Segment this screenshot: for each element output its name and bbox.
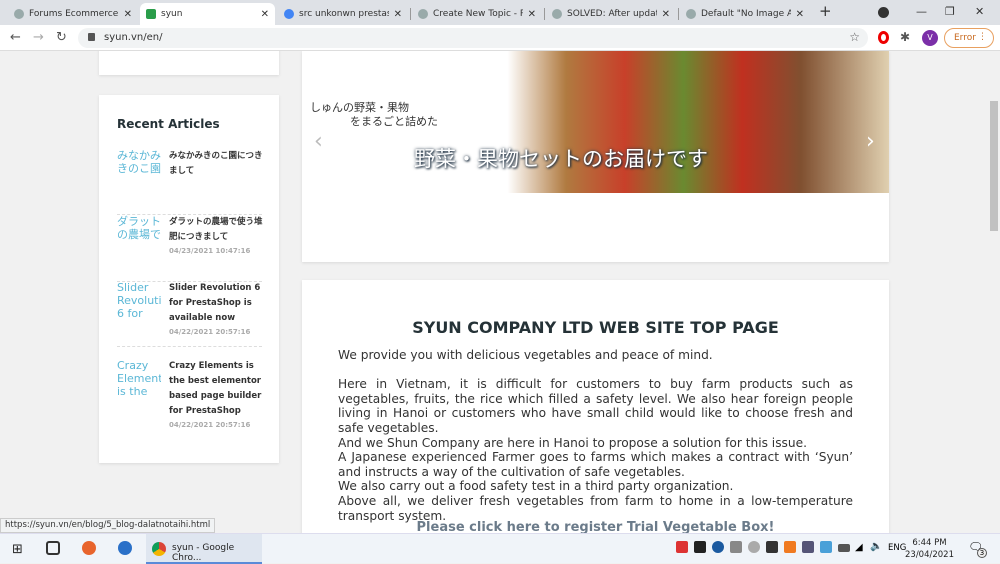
- wifi-icon[interactable]: ◢: [855, 542, 863, 553]
- task-view-icon[interactable]: [46, 541, 60, 555]
- main-content-card: SYUN COMPANY LTD WEB SITE TOP PAGE We pr…: [302, 280, 889, 533]
- sidebar-top-card: [99, 51, 279, 75]
- chrome-icon: [152, 542, 166, 556]
- page-title: SYUN COMPANY LTD WEB SITE TOP PAGE: [412, 318, 779, 337]
- tab-strip: Forums Ecommerce - I✕ syun✕ src unkonwn …: [0, 0, 1000, 25]
- register-trial-link[interactable]: Please click here to register Trial Vege…: [302, 520, 889, 533]
- close-icon[interactable]: ✕: [528, 9, 536, 20]
- paragraph: A Japanese experienced Farmer goes to fa…: [338, 450, 853, 479]
- vegetable-banner-image: しゅんの野菜・果物 をまるごと詰めた 野菜・果物セットのお届けです: [302, 51, 889, 193]
- tray-app-icon[interactable]: [676, 541, 688, 553]
- paragraph: And we Shun Company are here in Hanoi to…: [338, 435, 807, 450]
- onedrive-icon[interactable]: [748, 541, 760, 553]
- windows-start-icon[interactable]: ⊞: [12, 542, 23, 557]
- google-favicon-icon: [284, 9, 294, 19]
- tab-search-icon[interactable]: [878, 7, 889, 18]
- broken-image[interactable]: Slider Revolution 6 for: [117, 281, 161, 323]
- page-content: Recent Articles みなかみきのこ園 みなかみきのこ園につきまして ダ…: [0, 51, 988, 533]
- reload-icon[interactable]: ↻: [56, 30, 67, 45]
- address-bar[interactable]: syun.vn/en/☆: [78, 28, 868, 48]
- home-slider: しゅんの野菜・果物 をまるごと詰めた 野菜・果物セットのお届けです ‹ ›: [302, 51, 889, 262]
- broken-image[interactable]: みなかみきのこ園: [117, 149, 161, 191]
- paragraph: We also carry out a food safety test in …: [338, 479, 734, 494]
- bookmark-star-icon[interactable]: ☆: [849, 30, 860, 44]
- chrome-taskbar-button[interactable]: syun - Google Chro...: [146, 534, 262, 564]
- firefox-icon[interactable]: [82, 541, 96, 555]
- article-date: 04/22/2021 20:57:16: [169, 328, 251, 336]
- opera-extension-icon[interactable]: [878, 31, 889, 44]
- lock-icon: [88, 33, 95, 41]
- prestashop-favicon-icon: [686, 9, 696, 19]
- syun-favicon-icon: [146, 9, 156, 19]
- volume-icon[interactable]: 🔈: [870, 541, 882, 552]
- article-item[interactable]: Crazy Elements is theCrazy Elements is t…: [117, 359, 262, 439]
- clock[interactable]: 6:44 PM 23/04/2021: [905, 537, 954, 561]
- prestashop-favicon-icon: [418, 9, 428, 19]
- security-shield-icon[interactable]: [730, 541, 742, 553]
- notification-count-badge: 3: [977, 548, 987, 558]
- banner-headline: 野菜・果物セットのお届けです: [414, 147, 708, 171]
- slider-next-arrow-icon[interactable]: ›: [866, 129, 875, 154]
- status-bar-url: https://syun.vn/en/blog/5_blog-dalatnota…: [0, 518, 216, 533]
- intro-text: We provide you with delicious vegetables…: [338, 348, 853, 523]
- close-icon[interactable]: ✕: [662, 9, 670, 20]
- paragraph: Above all, we deliver fresh vegetables f…: [338, 493, 853, 523]
- steam-icon[interactable]: [712, 541, 724, 553]
- avast-icon[interactable]: [784, 541, 796, 553]
- article-item[interactable]: ダラットの農場で ダラットの農場で使う堆肥につきまして 04/23/2021 10:…: [117, 215, 264, 282]
- close-icon[interactable]: ✕: [796, 9, 804, 20]
- article-title[interactable]: みなかみきのこ園につきまして: [169, 149, 264, 179]
- tab-google-search[interactable]: src unkonwn prestashop✕: [278, 3, 408, 25]
- tray-app-icon[interactable]: [766, 541, 778, 553]
- article-item[interactable]: みなかみきのこ園 みなかみきのこ園につきまして: [117, 149, 264, 215]
- article-title[interactable]: ダラットの農場で使う堆肥につきまして: [169, 215, 264, 245]
- scrollbar-thumb[interactable]: [990, 101, 998, 231]
- recent-articles-card: Recent Articles みなかみきのこ園 みなかみきのこ園につきまして ダ…: [99, 95, 279, 463]
- tab-create-topic[interactable]: Create New Topic - Pr ✕: [412, 3, 542, 25]
- paragraph: Here in Vietnam, it is difficult for cus…: [338, 377, 853, 435]
- prestashop-favicon-icon: [14, 9, 24, 19]
- new-tab-button[interactable]: +: [819, 2, 832, 20]
- tab-default-image[interactable]: Default "No Image Av ✕: [680, 3, 810, 25]
- scrollbar[interactable]: [988, 51, 1000, 533]
- close-icon[interactable]: ✕: [394, 9, 402, 20]
- banner-tagline: しゅんの野菜・果物 をまるごと詰めた: [310, 101, 438, 128]
- broken-image[interactable]: Crazy Elements is the: [117, 359, 161, 401]
- article-date: 04/23/2021 10:47:16: [169, 247, 251, 255]
- minimize-button[interactable]: —: [916, 5, 927, 18]
- extensions-puzzle-icon[interactable]: ✱: [900, 30, 910, 44]
- tab-syun[interactable]: syun ✕: [140, 3, 275, 25]
- back-icon[interactable]: ←: [10, 30, 21, 45]
- tab-solved[interactable]: SOLVED: After update ✕: [546, 3, 676, 25]
- tab-forums[interactable]: Forums Ecommerce - I✕: [8, 3, 138, 25]
- language-indicator[interactable]: ENG: [888, 543, 906, 553]
- close-icon[interactable]: ✕: [124, 9, 132, 20]
- article-item[interactable]: Slider Revolution 6 forSlider Revolution…: [117, 281, 262, 347]
- close-window-button[interactable]: ✕: [975, 5, 984, 18]
- tray-app-icon[interactable]: [802, 541, 814, 553]
- recent-articles-title: Recent Articles: [117, 117, 220, 131]
- tray-app-icon[interactable]: [820, 541, 832, 553]
- profile-avatar[interactable]: V: [922, 30, 938, 46]
- slider-prev-arrow-icon[interactable]: ‹: [314, 129, 323, 154]
- error-button[interactable]: Error ⋮: [944, 28, 994, 48]
- article-title[interactable]: Slider Revolution 6 for PrestaShop is av…: [169, 281, 264, 326]
- close-icon[interactable]: ✕: [261, 9, 269, 20]
- tray-app-icon[interactable]: [694, 541, 706, 553]
- forward-icon[interactable]: →: [33, 30, 44, 45]
- article-title[interactable]: Crazy Elements is the best elementor bas…: [169, 359, 264, 419]
- windows-taskbar: ⊞ syun - Google Chro... ◢ 🔈 ENG 6:44 PM 2…: [0, 533, 1000, 564]
- restore-button[interactable]: ❐: [945, 5, 955, 18]
- broken-image[interactable]: ダラットの農場で: [117, 215, 161, 257]
- menu-dots-icon: ⋮: [978, 32, 987, 42]
- article-date: 04/22/2021 20:57:16: [169, 421, 251, 429]
- github-desktop-icon[interactable]: [118, 541, 132, 555]
- prestashop-favicon-icon: [552, 9, 562, 19]
- battery-icon[interactable]: [838, 544, 850, 552]
- browser-toolbar: ← → ↻ syun.vn/en/☆ ✱ V Error ⋮: [0, 25, 1000, 51]
